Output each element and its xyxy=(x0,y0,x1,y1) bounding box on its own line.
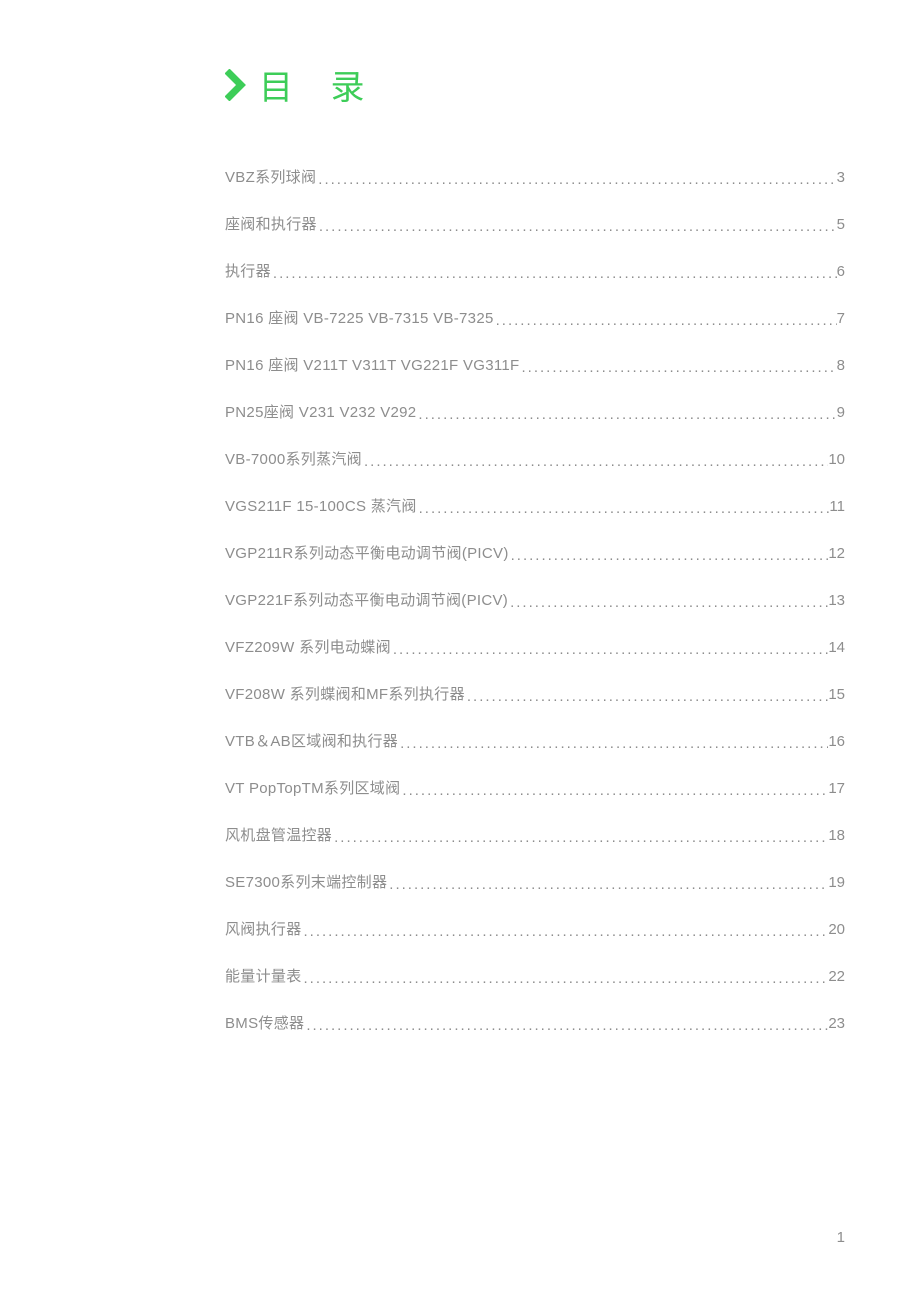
toc-dots: ........................................… xyxy=(362,451,828,472)
toc-entry: VGP221F系列动态平衡电动调节阀(PICV)................… xyxy=(225,590,845,611)
toc-entry-label: PN16 座阀 VB-7225 VB-7315 VB-7325 xyxy=(225,308,494,329)
toc-entry-page: 3 xyxy=(837,167,845,188)
toc-entry-label: VGP221F系列动态平衡电动调节阀(PICV) xyxy=(225,590,508,611)
toc-entry: PN16 座阀 VB-7225 VB-7315 VB-7325.........… xyxy=(225,308,845,329)
page-number: 1 xyxy=(837,1229,845,1246)
toc-entry-page: 18 xyxy=(828,825,845,846)
toc-entry-page: 7 xyxy=(837,308,845,329)
toc-entry: PN16 座阀 V211T V311T VG221F VG311F.......… xyxy=(225,355,845,376)
toc-entry-label: VB-7000系列蒸汽阀 xyxy=(225,449,362,470)
toc-entry-label: VTB＆AB区域阀和执行器 xyxy=(225,731,398,752)
toc-entry: VF208W 系列蝶阀和MF系列执行器.....................… xyxy=(225,684,845,705)
toc-entry-page: 5 xyxy=(837,214,845,235)
toc-title: 目 录 xyxy=(259,60,378,109)
chevron-right-icon xyxy=(225,69,253,101)
toc-dots: ........................................… xyxy=(465,686,828,707)
toc-entry-page: 14 xyxy=(828,637,845,658)
toc-entry-label: PN16 座阀 V211T V311T VG221F VG311F xyxy=(225,355,520,376)
document-page: 目 录 VBZ系列球阀.............................… xyxy=(0,0,920,1302)
toc-entry-label: 风机盘管温控器 xyxy=(225,825,332,846)
toc-dots: ........................................… xyxy=(400,780,828,801)
toc-entry: 执行器.....................................… xyxy=(225,261,845,282)
toc-dots: ........................................… xyxy=(398,733,828,754)
toc-entry: VTB＆AB区域阀和执行器...........................… xyxy=(225,731,845,752)
toc-dots: ........................................… xyxy=(494,310,837,331)
toc-entry-page: 8 xyxy=(837,355,845,376)
toc-entry-label: VT PopTopTM系列区域阀 xyxy=(225,778,400,799)
toc-entry: VBZ系列球阀.................................… xyxy=(225,167,845,188)
toc-entry-label: 能量计量表 xyxy=(225,966,302,987)
toc-entry: VT PopTopTM系列区域阀........................… xyxy=(225,778,845,799)
toc-entry-label: 风阀执行器 xyxy=(225,919,302,940)
toc-entry-label: VGP211R系列动态平衡电动调节阀(PICV) xyxy=(225,543,509,564)
toc-dots: ........................................… xyxy=(302,968,829,989)
toc-entry-page: 9 xyxy=(837,402,845,423)
toc-dots: ........................................… xyxy=(302,921,829,942)
toc-dots: ........................................… xyxy=(509,545,829,566)
toc-entry-page: 13 xyxy=(828,590,845,611)
toc-entry-label: VFZ209W 系列电动蝶阀 xyxy=(225,637,391,658)
toc-dots: ........................................… xyxy=(391,639,828,660)
toc-entry: 风机盘管温控器.................................… xyxy=(225,825,845,846)
toc-dots: ........................................… xyxy=(317,216,837,237)
toc-entry: PN25座阀 V231 V232 V292...................… xyxy=(225,402,845,423)
toc-entry: 风阀执行器...................................… xyxy=(225,919,845,940)
toc-entry-page: 17 xyxy=(828,778,845,799)
toc-entry-label: VF208W 系列蝶阀和MF系列执行器 xyxy=(225,684,465,705)
toc-entry-page: 15 xyxy=(828,684,845,705)
toc-entry-page: 10 xyxy=(828,449,845,470)
toc-entry-page: 11 xyxy=(829,496,845,517)
toc-entry: 座阀和执行器..................................… xyxy=(225,214,845,235)
toc-entry-label: SE7300系列末端控制器 xyxy=(225,872,387,893)
toc-entry-label: BMS传感器 xyxy=(225,1013,304,1034)
toc-entry: SE7300系列末端控制器...........................… xyxy=(225,872,845,893)
toc-entry-label: 座阀和执行器 xyxy=(225,214,317,235)
toc-entry-page: 22 xyxy=(828,966,845,987)
toc-entry-label: PN25座阀 V231 V232 V292 xyxy=(225,402,416,423)
toc-entry: BMS传感器..................................… xyxy=(225,1013,845,1034)
toc-entry-page: 23 xyxy=(828,1013,845,1034)
toc-list: VBZ系列球阀.................................… xyxy=(225,167,845,1034)
toc-dots: ........................................… xyxy=(416,404,836,425)
toc-entry: VFZ209W 系列电动蝶阀..........................… xyxy=(225,637,845,658)
toc-entry: 能量计量表...................................… xyxy=(225,966,845,987)
toc-entry: VB-7000系列蒸汽阀............................… xyxy=(225,449,845,470)
toc-entry-page: 6 xyxy=(837,261,845,282)
toc-dots: ........................................… xyxy=(520,357,837,378)
toc-entry-label: VBZ系列球阀 xyxy=(225,167,316,188)
toc-entry-page: 12 xyxy=(828,543,845,564)
toc-dots: ........................................… xyxy=(271,263,837,284)
toc-dots: ........................................… xyxy=(417,498,830,519)
toc-dots: ........................................… xyxy=(304,1015,828,1036)
toc-entry: VGP211R系列动态平衡电动调节阀(PICV)................… xyxy=(225,543,845,564)
toc-dots: ........................................… xyxy=(508,592,828,613)
toc-entry-page: 16 xyxy=(828,731,845,752)
toc-entry-page: 20 xyxy=(828,919,845,940)
toc-entry-page: 19 xyxy=(828,872,845,893)
toc-dots: ........................................… xyxy=(332,827,828,848)
toc-dots: ........................................… xyxy=(316,169,836,190)
toc-entry: VGS211F 15-100CS 蒸汽阀....................… xyxy=(225,496,845,517)
toc-title-row: 目 录 xyxy=(225,60,845,109)
toc-entry-label: VGS211F 15-100CS 蒸汽阀 xyxy=(225,496,417,517)
toc-entry-label: 执行器 xyxy=(225,261,271,282)
toc-dots: ........................................… xyxy=(387,874,828,895)
